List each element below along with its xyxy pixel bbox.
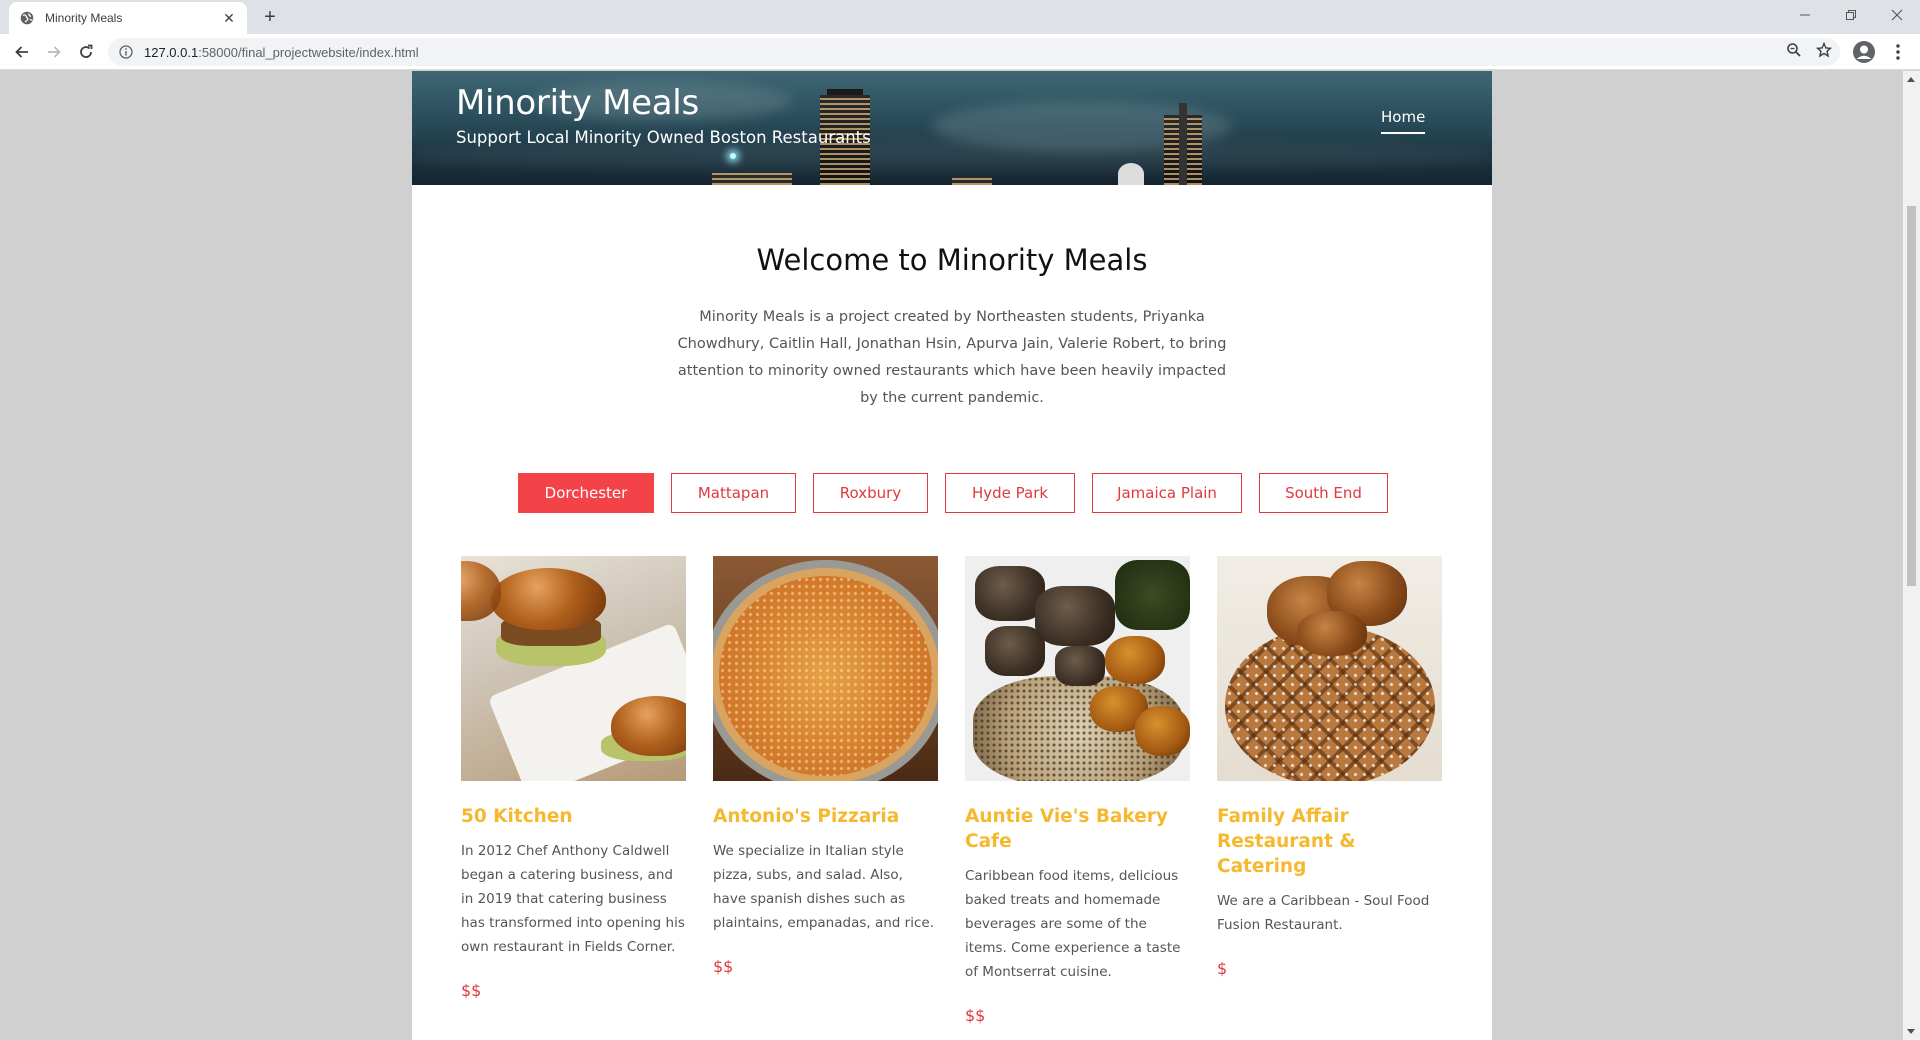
new-tab-button[interactable]: +: [258, 5, 282, 29]
restaurant-price: $: [1217, 959, 1228, 978]
intro-paragraph: Minority Meals is a project created by N…: [677, 309, 1227, 406]
browser-tabstrip: Minority Meals ✕ +: [0, 0, 1920, 34]
hero-banner: Minority Meals Support Local Minority Ow…: [412, 71, 1492, 185]
nav-home-link[interactable]: Home: [1381, 108, 1426, 134]
close-icon[interactable]: ✕: [221, 10, 237, 26]
url-path: :58000/final_projectwebsite/index.html: [198, 44, 419, 60]
restaurant-price: $$: [713, 957, 734, 976]
restaurant-name[interactable]: Antonio's Pizzaria: [713, 804, 938, 829]
minimize-icon[interactable]: [1782, 0, 1828, 30]
restaurant-card[interactable]: Family Affair Restaurant & Catering We a…: [1217, 556, 1442, 1025]
restore-icon[interactable]: [1828, 0, 1874, 30]
browser-tab[interactable]: Minority Meals ✕: [9, 2, 247, 34]
restaurant-description: Caribbean food items, delicious baked tr…: [965, 868, 1181, 980]
restaurant-description: We are a Caribbean - Soul Food Fusion Re…: [1217, 893, 1430, 933]
chicken-waffle-photo[interactable]: [1217, 556, 1442, 781]
more-menu-icon[interactable]: [1890, 42, 1906, 62]
restaurant-name[interactable]: Family Affair Restaurant & Catering: [1217, 804, 1442, 879]
restaurant-price: $$: [965, 1006, 986, 1025]
back-arrow-icon[interactable]: [10, 40, 34, 64]
page-viewport: Minority Meals Support Local Minority Ow…: [0, 71, 1903, 1040]
page-scrollbar[interactable]: [1903, 71, 1920, 1040]
filter-dorchester[interactable]: Dorchester: [518, 473, 654, 513]
caribbean-plate-photo[interactable]: [965, 556, 1190, 781]
restaurant-card[interactable]: Antonio's Pizzaria We specialize in Ital…: [713, 556, 938, 1025]
scroll-up-icon[interactable]: [1907, 77, 1915, 82]
restaurant-name[interactable]: 50 Kitchen: [461, 804, 686, 829]
welcome-heading: Welcome to Minority Meals: [756, 243, 1148, 277]
pizza-photo[interactable]: [713, 556, 938, 781]
reload-icon[interactable]: [74, 40, 98, 64]
restaurant-grid: 50 Kitchen In 2012 Chef Anthony Caldwell…: [461, 556, 1442, 1025]
address-bar[interactable]: 127.0.0.1:58000/final_projectwebsite/ind…: [108, 38, 1840, 66]
neighborhood-filters: Dorchester Mattapan Roxbury Hyde Park Ja…: [518, 473, 1388, 513]
scroll-down-icon[interactable]: [1907, 1029, 1915, 1034]
profile-avatar-icon[interactable]: [1852, 40, 1876, 64]
restaurant-price: $$: [461, 981, 482, 1000]
filter-jamaica-plain[interactable]: Jamaica Plain: [1092, 473, 1242, 513]
restaurant-description: In 2012 Chef Anthony Caldwell began a ca…: [461, 843, 685, 955]
site-title: Minority Meals: [456, 83, 699, 123]
browser-toolbar: 127.0.0.1:58000/final_projectwebsite/ind…: [0, 34, 1920, 70]
url-text: 127.0.0.1:58000/final_projectwebsite/ind…: [144, 45, 419, 60]
restaurant-card[interactable]: Auntie Vie's Bakery Cafe Caribbean food …: [965, 556, 1190, 1025]
light-glow: [730, 153, 736, 159]
sliders-photo[interactable]: [461, 556, 686, 781]
globe-icon: [19, 10, 35, 26]
tab-title: Minority Meals: [45, 11, 123, 25]
filter-roxbury[interactable]: Roxbury: [813, 473, 928, 513]
forward-arrow-icon[interactable]: [42, 40, 66, 64]
low-building: [712, 173, 792, 185]
page-container: Minority Meals Support Local Minority Ow…: [412, 71, 1492, 1040]
filter-mattapan[interactable]: Mattapan: [671, 473, 796, 513]
filter-hyde-park[interactable]: Hyde Park: [945, 473, 1075, 513]
filter-south-end[interactable]: South End: [1259, 473, 1388, 513]
window-close-icon[interactable]: [1874, 0, 1920, 30]
restaurant-card[interactable]: 50 Kitchen In 2012 Chef Anthony Caldwell…: [461, 556, 686, 1025]
restaurant-description: We specialize in Italian style pizza, su…: [713, 843, 934, 931]
site-subtitle: Support Local Minority Owned Boston Rest…: [456, 128, 871, 147]
url-host: 127.0.0.1: [144, 44, 199, 60]
dome-building: [1118, 163, 1144, 185]
info-icon[interactable]: [118, 44, 134, 60]
restaurant-name[interactable]: Auntie Vie's Bakery Cafe: [965, 804, 1190, 854]
zoom-icon[interactable]: [1786, 42, 1802, 63]
bookmark-star-icon[interactable]: [1815, 41, 1833, 63]
antenna: [1179, 103, 1187, 185]
scroll-thumb[interactable]: [1907, 206, 1916, 586]
low-building: [952, 177, 992, 185]
